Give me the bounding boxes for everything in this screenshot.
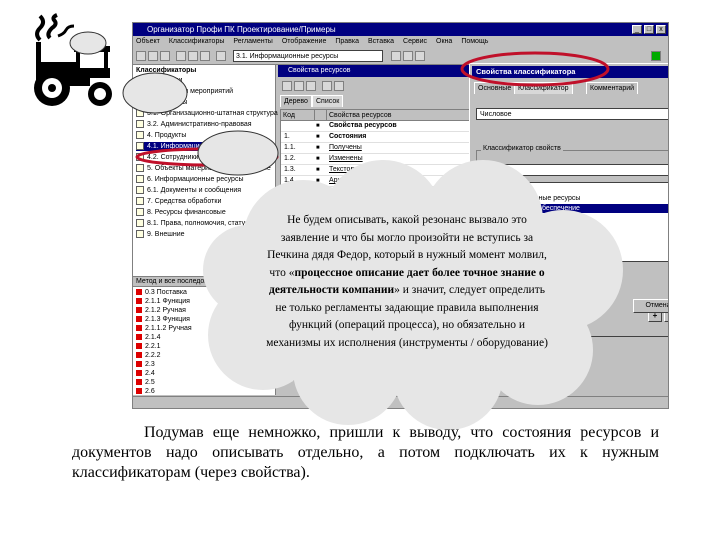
method-item[interactable]: 2.2.1 <box>136 342 161 351</box>
method-item[interactable]: 2.6 <box>136 387 155 396</box>
menu-item[interactable]: Окна <box>436 38 452 45</box>
method-icon <box>136 361 142 368</box>
down-icon[interactable] <box>334 81 344 91</box>
method-item[interactable]: 2.4 <box>136 369 155 378</box>
method-item-label: 2.4 <box>145 370 155 377</box>
column-name[interactable]: Свойства ресурсов <box>327 110 477 121</box>
tab-main[interactable]: Основные <box>474 82 516 94</box>
table-row[interactable]: ■ Свойства ресурсов <box>281 121 477 132</box>
filter-icon[interactable] <box>403 51 413 61</box>
bubble-medium <box>122 72 188 114</box>
print-icon[interactable] <box>415 51 425 61</box>
method-item[interactable]: 2.5 <box>136 378 155 387</box>
method-item-label: 2.6 <box>145 388 155 395</box>
method-icon <box>136 307 142 314</box>
status-icon <box>651 51 661 61</box>
method-icon <box>136 316 142 323</box>
row-name: Свойства ресурсов <box>329 122 397 129</box>
method-icon <box>136 334 142 341</box>
minimize-button[interactable]: _ <box>632 25 642 34</box>
method-item-label: 2.2.2 <box>145 352 161 359</box>
folder-icon <box>136 197 144 206</box>
method-icon <box>136 388 142 395</box>
row-bullet-icon: ■ <box>316 123 320 129</box>
method-icon <box>136 352 142 359</box>
method-item[interactable]: 2.3 <box>136 360 155 369</box>
folder-icon <box>136 208 144 217</box>
method-item-label: 2.3 <box>145 361 155 368</box>
dialog-title: Свойства классификатора x <box>472 66 668 78</box>
menu-item[interactable]: Правка <box>335 38 359 45</box>
method-item-label: 2.5 <box>145 379 155 386</box>
folder-icon <box>136 219 144 228</box>
method-icon <box>136 343 142 350</box>
row-bullet-icon: ■ <box>316 145 320 151</box>
row-name: Состояния <box>329 133 367 140</box>
bubble-large <box>197 130 279 176</box>
table-row[interactable]: 1.1. ■ Получены <box>281 143 477 154</box>
folder-icon <box>136 230 144 239</box>
method-icon <box>136 379 142 386</box>
close-button[interactable]: x <box>656 25 666 34</box>
row-name: Получены <box>329 144 362 151</box>
menu-item[interactable]: Помощь <box>461 38 488 45</box>
bubble-small <box>69 31 107 55</box>
thought-bubbles <box>69 31 279 176</box>
cloud-text: Не будем описывать, какой резонанс вызва… <box>266 214 548 349</box>
row-bullet-icon: ■ <box>316 134 320 140</box>
property-type-select[interactable]: Числовое ▼ <box>476 108 668 120</box>
column-marker <box>315 110 327 121</box>
method-icon <box>136 289 142 296</box>
method-icon <box>136 370 142 377</box>
caption-text: Подумав еще немножко, пришли к выводу, ч… <box>72 424 659 481</box>
method-icon <box>136 325 142 332</box>
method-icon <box>136 298 142 305</box>
method-item[interactable]: 2.2.2 <box>136 351 161 360</box>
up-icon[interactable] <box>322 81 332 91</box>
tab-comment[interactable]: Комментарий <box>586 82 639 94</box>
method-item[interactable]: 2.1.4 <box>136 333 161 342</box>
folder-icon <box>136 186 144 195</box>
group-label: Классификатор свойств <box>481 145 563 152</box>
maximize-button[interactable]: □ <box>644 25 654 34</box>
find-icon[interactable] <box>391 51 401 61</box>
menu-item[interactable]: Сервис <box>403 38 427 45</box>
tab-classifier[interactable]: Классификатор <box>514 82 573 94</box>
table-row[interactable]: 1. ■ Состояния <box>281 132 477 143</box>
menu-item[interactable]: Вставка <box>368 38 394 45</box>
method-item-label: 2.1.4 <box>145 334 161 341</box>
tab-list[interactable]: Список <box>312 95 344 107</box>
method-item-label: 2.2.1 <box>145 343 161 350</box>
